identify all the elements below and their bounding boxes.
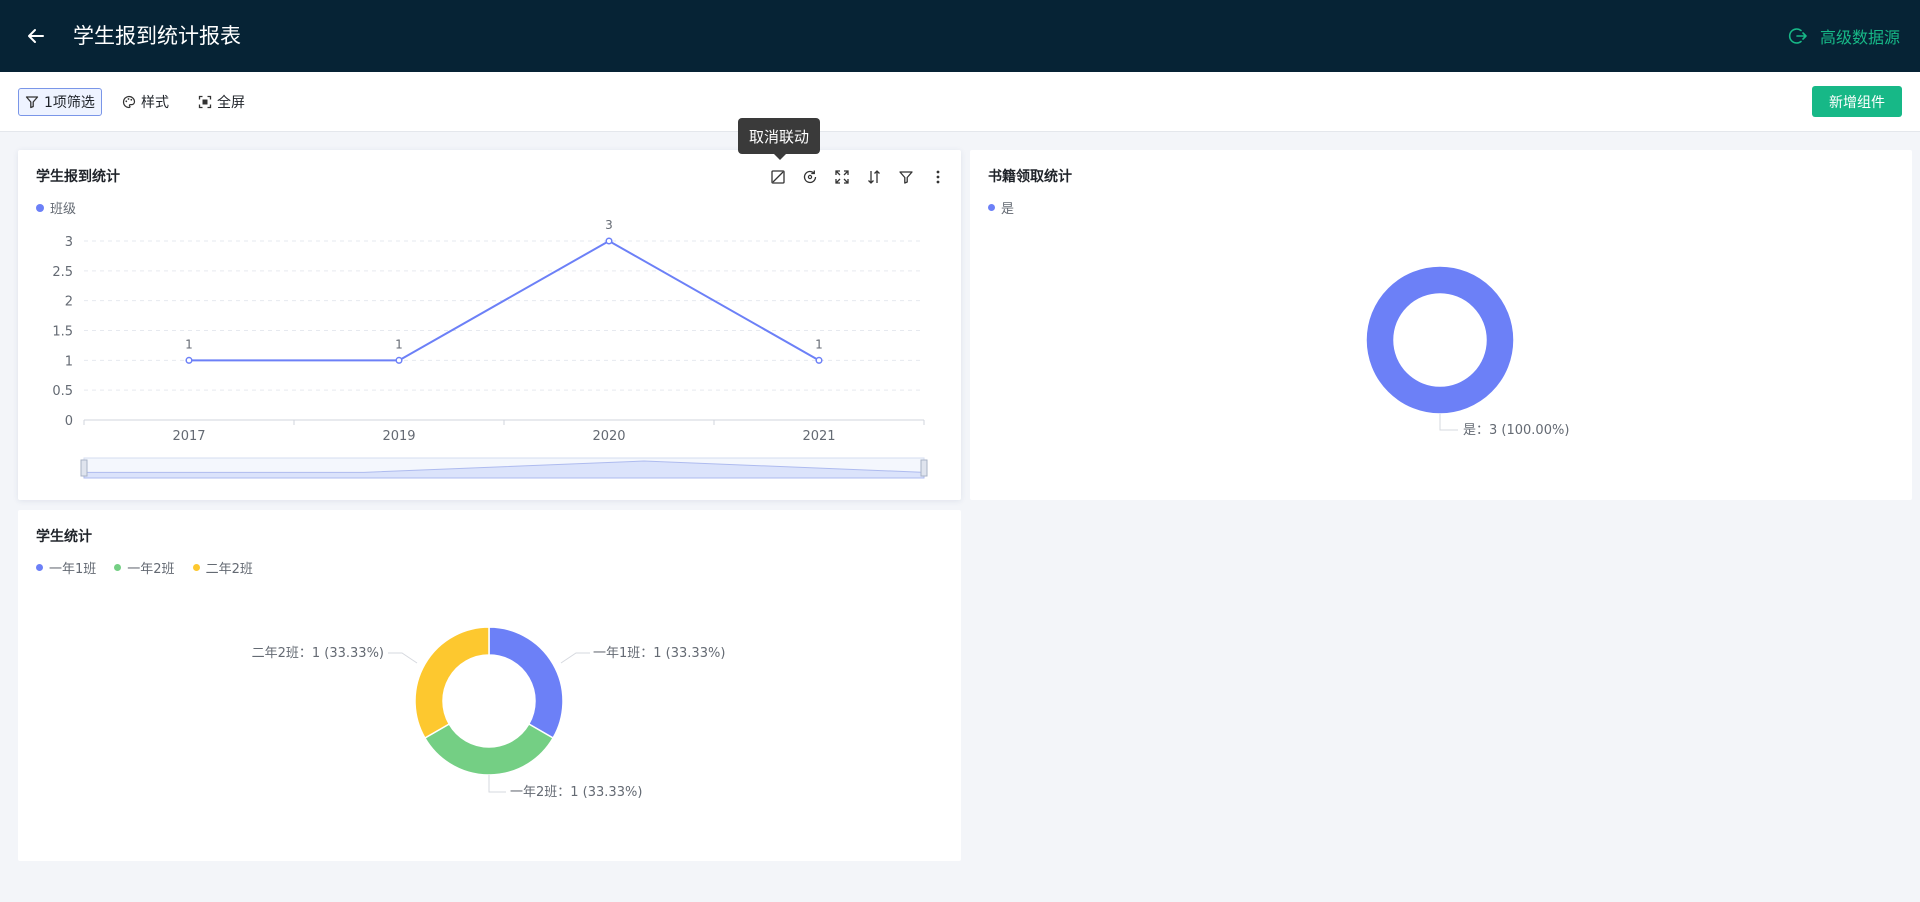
slice-label: 是：3 (100.00%) <box>1463 423 1569 438</box>
filter-button[interactable]: 1项筛选 <box>18 88 102 116</box>
donut-slice <box>423 722 555 776</box>
data-point <box>185 356 193 364</box>
x-tick-label: 2020 <box>592 429 625 444</box>
fullscreen-icon <box>198 95 212 109</box>
advanced-datasource-button[interactable]: 高级数据源 <box>1788 24 1900 48</box>
label-leader-line <box>560 652 590 664</box>
fullscreen-button[interactable]: 全屏 <box>192 88 251 116</box>
y-tick-label: 2 <box>65 295 73 310</box>
y-tick-label: 2.5 <box>52 265 73 280</box>
fullscreen-label: 全屏 <box>217 95 245 111</box>
style-button[interactable]: 样式 <box>116 88 175 116</box>
student-stats-card: 学生统计 一年1班 一年2班 二年2班 一年1班：1 (33.33%) 一年2班：… <box>18 510 961 861</box>
data-point <box>395 356 403 364</box>
slice-label: 一年1班：1 (33.33%) <box>593 646 725 661</box>
donut-slice <box>1365 265 1515 415</box>
books-donut-chart: 是：3 (100.00%) <box>1365 265 1569 438</box>
x-tick-label: 2017 <box>172 429 205 444</box>
line-chart: 0 0.5 1 1.5 2 2.5 3 2017 2019 2020 2021 1 1 3 1 <box>52 218 928 479</box>
x-tick-label: 2019 <box>382 429 415 444</box>
data-point <box>605 237 613 245</box>
logout-icon <box>1788 28 1807 44</box>
back-button[interactable] <box>22 22 50 50</box>
label-leader-line <box>388 652 418 664</box>
y-tick-label: 1 <box>65 354 73 369</box>
funnel-icon <box>25 96 39 109</box>
top-header: 学生报到统计报表 高级数据源 <box>0 0 1920 72</box>
style-label: 样式 <box>141 95 169 111</box>
palette-icon <box>122 95 136 109</box>
slice-label: 一年2班：1 (33.33%) <box>510 785 642 800</box>
datazoom-handle-right <box>920 459 928 477</box>
donut-slice <box>414 626 490 740</box>
students-donut-chart: 一年1班：1 (33.33%) 一年2班：1 (33.33%) 二年2班：1 (33… <box>252 626 725 800</box>
y-tick-label: 1.5 <box>52 325 73 340</box>
y-tick-label: 0.5 <box>52 384 73 399</box>
data-point <box>815 356 823 364</box>
x-tick-label: 2021 <box>802 429 835 444</box>
datazoom-handle-left <box>80 459 88 477</box>
data-label: 3 <box>605 218 613 232</box>
add-component-button[interactable]: 新增组件 <box>1812 86 1902 117</box>
data-label: 1 <box>185 337 193 351</box>
label-leader-line <box>1439 414 1458 431</box>
advanced-datasource-label: 高级数据源 <box>1819 28 1900 47</box>
book-collection-card: 书籍领取统计 是 是：3 (100.00%) <box>970 150 1912 500</box>
page-title: 学生报到统计报表 <box>73 24 241 48</box>
y-tick-label: 0 <box>65 414 73 429</box>
slice-label: 二年2班：1 (33.33%) <box>252 646 384 661</box>
donut-slice <box>488 626 564 740</box>
label-leader-line <box>488 775 506 793</box>
arrow-left-icon <box>28 29 44 43</box>
filter-label: 1项筛选 <box>44 95 95 111</box>
data-label: 1 <box>395 337 403 351</box>
y-tick-label: 3 <box>65 235 73 250</box>
unlink-tooltip: 取消联动 <box>738 118 820 160</box>
student-report-card: 学生报到统计 班级 0 0.5 1 1.5 2 2.5 3 2017 2019 … <box>18 150 961 500</box>
toolbar: 1项筛选 样式 全屏 新增组件 <box>0 72 1920 132</box>
data-label: 1 <box>815 337 823 351</box>
